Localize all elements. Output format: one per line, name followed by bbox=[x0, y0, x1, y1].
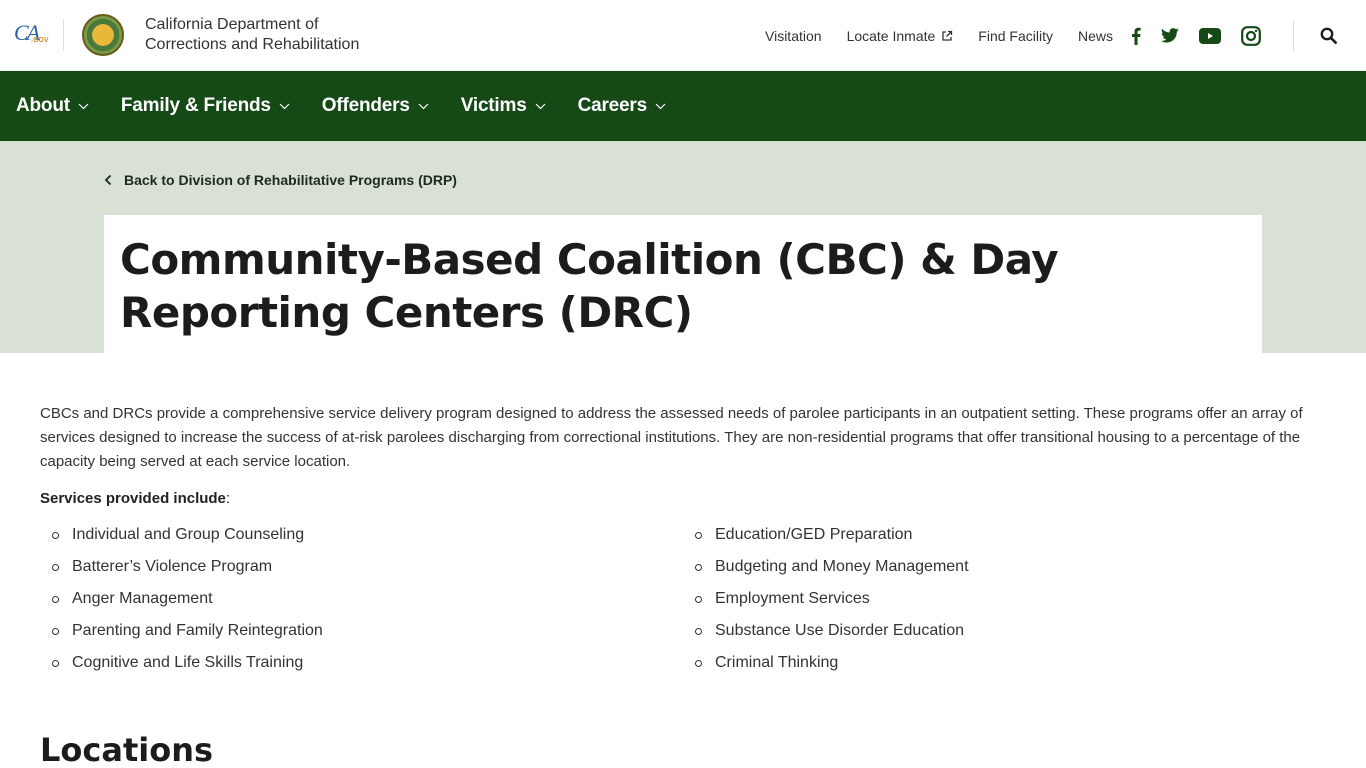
list-item: Anger Management bbox=[40, 587, 683, 619]
social-links bbox=[1131, 25, 1281, 46]
list-item-text: Parenting and Family Reintegration bbox=[72, 622, 323, 639]
bullet-icon bbox=[52, 596, 59, 603]
utility-header: CA .GOV California Department of Correct… bbox=[0, 0, 1366, 71]
nav-family-friends[interactable]: Family & Friends bbox=[121, 95, 290, 117]
list-item: Education/GED Preparation bbox=[683, 523, 1326, 555]
list-item: Batterer’s Violence Program bbox=[40, 555, 683, 587]
twitter-icon bbox=[1161, 28, 1179, 43]
youtube-icon bbox=[1199, 27, 1221, 44]
list-item: Individual and Group Counseling bbox=[40, 523, 683, 555]
intro-paragraph: CBCs and DRCs provide a comprehensive se… bbox=[40, 405, 1303, 470]
back-link[interactable]: Back to Division of Rehabilitative Progr… bbox=[104, 172, 457, 188]
find-facility-link-label: Find Facility bbox=[978, 27, 1053, 44]
chevron-down-icon bbox=[279, 103, 290, 109]
chevron-down-icon bbox=[535, 103, 546, 109]
list-item: Criminal Thinking bbox=[683, 651, 1326, 683]
locate-inmate-link[interactable]: Locate Inmate bbox=[847, 28, 954, 44]
facebook-link[interactable] bbox=[1131, 27, 1141, 45]
youtube-link[interactable] bbox=[1199, 27, 1221, 44]
list-item-text: Batterer’s Violence Program bbox=[72, 558, 273, 575]
services-heading: Services provided include: bbox=[40, 490, 1326, 507]
nav-about[interactable]: About bbox=[16, 95, 89, 117]
bullet-icon bbox=[52, 628, 59, 635]
facebook-icon bbox=[1132, 27, 1141, 45]
bullet-icon bbox=[695, 596, 702, 603]
list-item-text: Criminal Thinking bbox=[715, 654, 839, 671]
department-name-line1: California Department of bbox=[145, 16, 319, 33]
bullet-icon bbox=[52, 564, 59, 571]
twitter-link[interactable] bbox=[1161, 28, 1179, 43]
external-link-icon bbox=[942, 30, 953, 41]
page-title-line2: Reporting Centers (DRC) bbox=[120, 288, 693, 337]
nav-careers[interactable]: Careers bbox=[578, 95, 666, 117]
list-item-text: Employment Services bbox=[715, 590, 870, 607]
chevron-down-icon bbox=[655, 103, 666, 109]
services-lists: Individual and Group Counseling Batterer… bbox=[40, 523, 1326, 683]
search-divider bbox=[1293, 19, 1294, 52]
chevron-down-icon bbox=[418, 103, 429, 109]
find-facility-link[interactable]: Find Facility bbox=[978, 28, 1053, 44]
bullet-icon bbox=[695, 660, 702, 667]
page-title-line1: Community-Based Coalition (CBC) & Day bbox=[120, 235, 1059, 284]
bullet-icon bbox=[52, 532, 59, 539]
visitation-link[interactable]: Visitation bbox=[765, 28, 822, 44]
department-name-line2: Corrections and Rehabilitation bbox=[145, 36, 360, 53]
list-item: Budgeting and Money Management bbox=[683, 555, 1326, 587]
list-item: Parenting and Family Reintegration bbox=[40, 619, 683, 651]
nav-victims[interactable]: Victims bbox=[461, 95, 546, 117]
nav-victims-label: Victims bbox=[460, 95, 527, 116]
services-label: Services provided include bbox=[40, 490, 226, 507]
bullet-icon bbox=[52, 660, 59, 667]
list-item-text: Individual and Group Counseling bbox=[72, 526, 305, 543]
chevron-down-icon bbox=[78, 103, 89, 109]
list-item-text: Education/GED Preparation bbox=[715, 526, 913, 543]
main-nav: About Family & Friends Offenders Victims… bbox=[0, 71, 1366, 141]
page-banner: Back to Division of Rehabilitative Progr… bbox=[0, 141, 1366, 353]
utility-nav: Visitation Locate Inmate Find Facility N… bbox=[740, 0, 1366, 71]
main-content: CBCs and DRCs provide a comprehensive se… bbox=[0, 353, 1366, 768]
services-colon: : bbox=[225, 490, 231, 507]
list-item-text: Cognitive and Life Skills Training bbox=[72, 654, 304, 671]
department-name[interactable]: California Department of Corrections and… bbox=[145, 15, 359, 55]
chevron-left-icon bbox=[104, 174, 112, 186]
page-title-box: Community-Based Coalition (CBC) & Day Re… bbox=[104, 215, 1262, 353]
list-item-text: Anger Management bbox=[72, 590, 213, 607]
search-icon bbox=[1320, 27, 1337, 44]
nav-careers-label: Careers bbox=[577, 95, 648, 116]
nav-about-label: About bbox=[16, 95, 70, 116]
list-item: Employment Services bbox=[683, 587, 1326, 619]
nav-offenders-label: Offenders bbox=[321, 95, 410, 116]
list-item-text: Budgeting and Money Management bbox=[715, 558, 969, 575]
instagram-icon bbox=[1241, 25, 1261, 46]
nav-family-friends-label: Family & Friends bbox=[120, 95, 271, 116]
ca-gov-logo[interactable]: CA .GOV bbox=[14, 20, 49, 48]
search-button[interactable] bbox=[1320, 27, 1337, 44]
locations-heading: Locations bbox=[40, 731, 214, 768]
page-title: Community-Based Coalition (CBC) & Day Re… bbox=[120, 233, 1246, 339]
list-item: Substance Use Disorder Education bbox=[683, 619, 1326, 651]
visitation-link-label: Visitation bbox=[765, 27, 822, 44]
back-link-label: Back to Division of Rehabilitative Progr… bbox=[124, 172, 457, 188]
logo-divider bbox=[63, 19, 64, 51]
locate-inmate-link-label: Locate Inmate bbox=[846, 27, 936, 44]
services-list-right: Education/GED Preparation Budgeting and … bbox=[683, 523, 1326, 683]
news-link-label: News bbox=[1077, 27, 1113, 44]
cdcr-seal-logo[interactable] bbox=[82, 14, 124, 56]
list-item-text: Substance Use Disorder Education bbox=[715, 622, 965, 639]
news-link[interactable]: News bbox=[1078, 28, 1113, 44]
bullet-icon bbox=[695, 532, 702, 539]
services-list-left: Individual and Group Counseling Batterer… bbox=[40, 523, 683, 683]
list-item: Cognitive and Life Skills Training bbox=[40, 651, 683, 683]
instagram-link[interactable] bbox=[1241, 25, 1261, 46]
nav-offenders[interactable]: Offenders bbox=[322, 95, 429, 117]
bullet-icon bbox=[695, 628, 702, 635]
ca-gov-logo-gov: .GOV bbox=[31, 37, 49, 44]
bullet-icon bbox=[695, 564, 702, 571]
